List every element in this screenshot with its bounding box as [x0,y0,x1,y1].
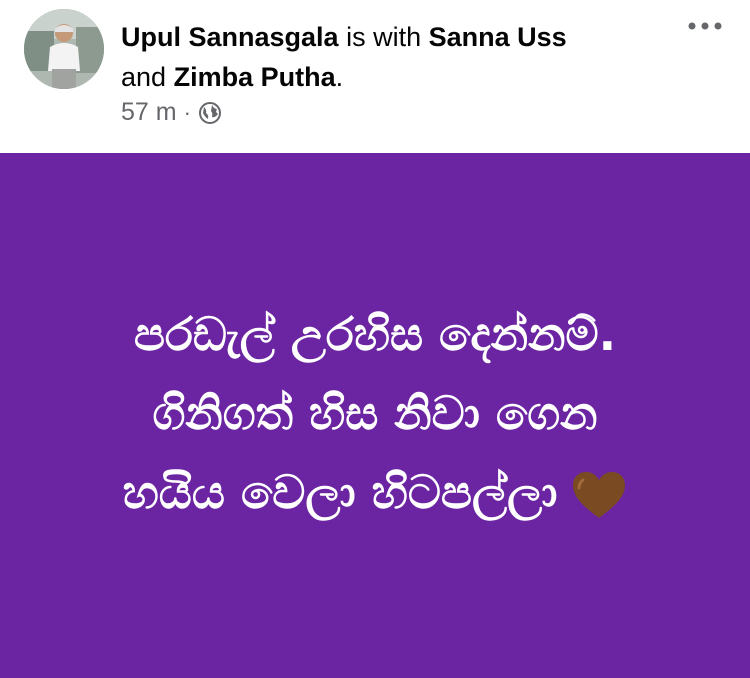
post-text-line-3-wrapper: හයිය වෙලා හිටපල්ලා [123,453,628,532]
more-options-icon[interactable] [686,14,724,38]
post-time[interactable]: 57 m [121,98,177,127]
meta-separator: · [183,99,191,125]
brown-heart-icon [573,472,626,518]
period-text: . [335,62,344,92]
post-text-line-1: පරඩැල් උරහිස දෙන්නම්. [133,306,617,361]
post-meta: 57 m · [121,98,222,127]
post-header: Upul Sannasgala is with Sanna Uss and Zi… [0,0,750,153]
author-name[interactable]: Upul Sannasgala [121,22,339,52]
and-text: and [121,62,167,92]
author-avatar[interactable] [24,9,104,89]
tagged-person-1[interactable]: Sanna Uss [429,22,567,52]
post-text-line-3: හයිය වෙලා හිටපල්ලා [122,464,558,519]
post-text-line-2: ගිනිගත් හිස නිවා ගෙන [152,385,598,440]
avatar-photo [24,9,104,89]
post-text: පරඩැල් උරහිස දෙන්නම්. ගිනිගත් හිස නිවා ග… [123,295,628,532]
with-text: is with [346,22,422,52]
post-author-line: Upul Sannasgala is with Sanna Uss and Zi… [121,17,681,97]
globe-icon[interactable] [198,101,222,125]
post-content-background: පරඩැල් උරහිස දෙන්නම්. ගිනිගත් හිස නිවා ග… [0,153,750,678]
tagged-person-2[interactable]: Zimba Putha [174,62,336,92]
